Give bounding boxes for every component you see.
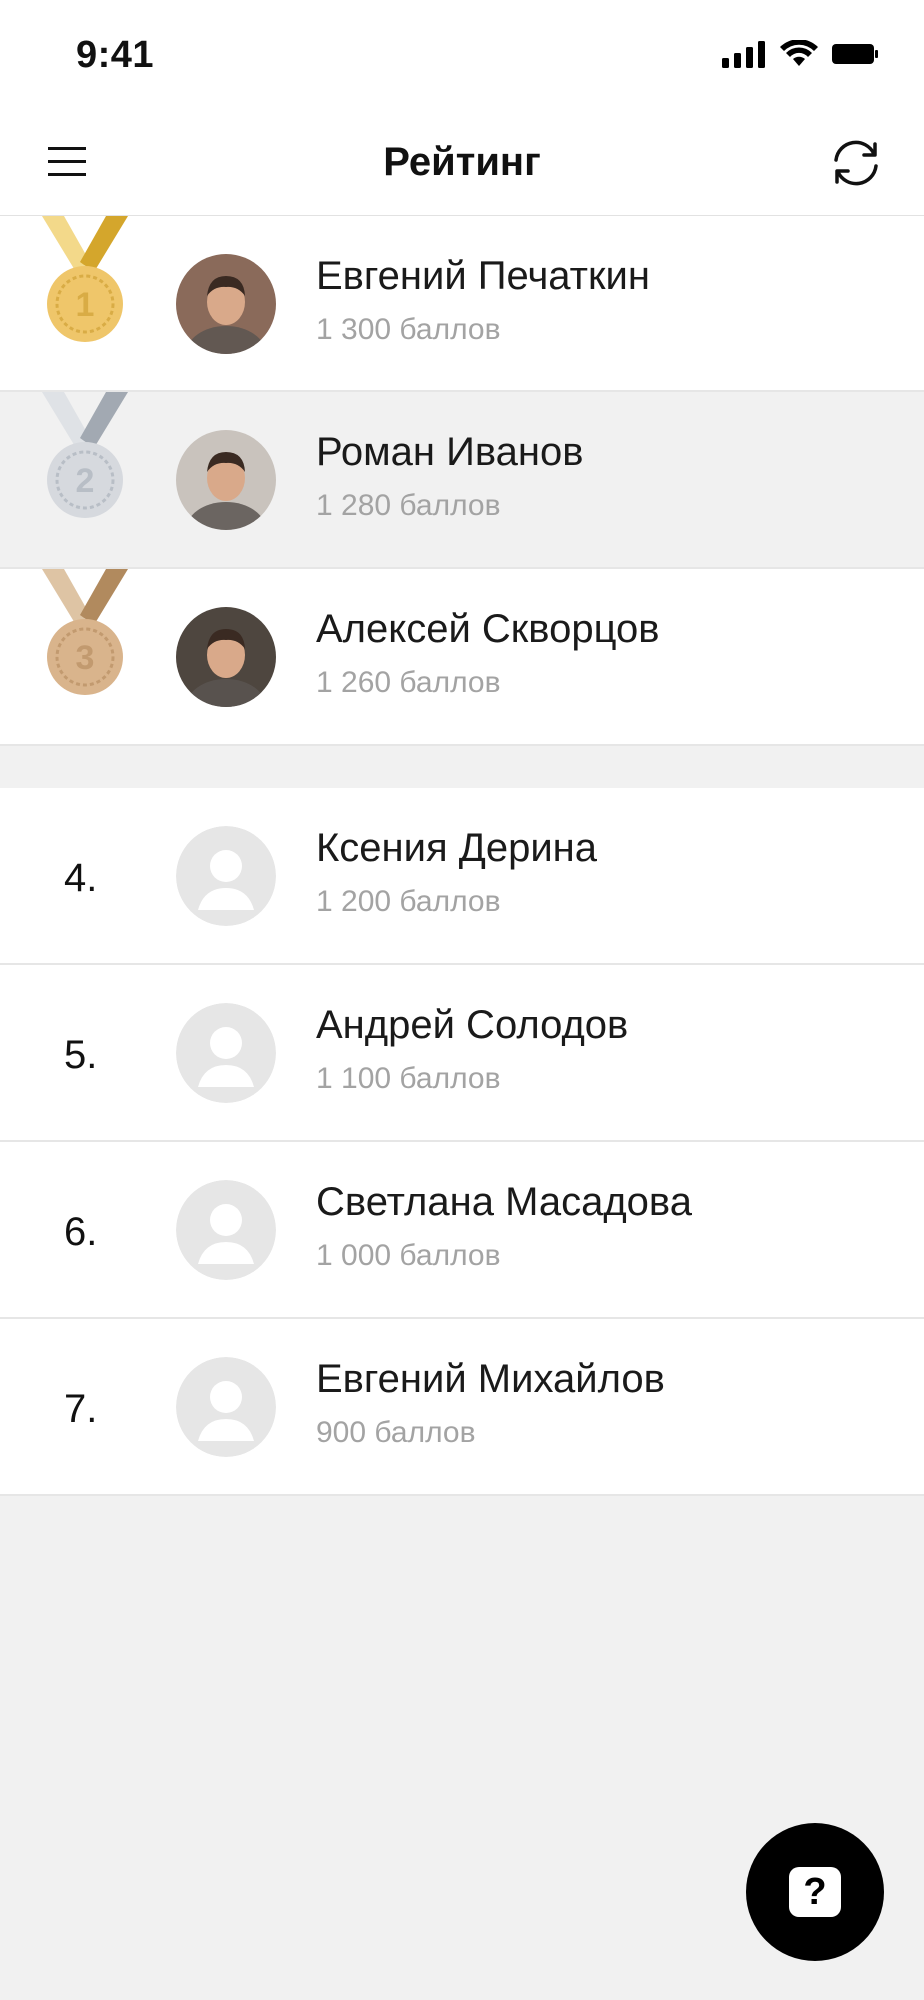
silver-medal-icon: 2 [42,392,128,518]
avatar [176,826,276,926]
nav-bar: Рейтинг [0,110,924,216]
wifi-icon [780,40,818,66]
leaderboard-row[interactable]: 1 Евгений Печаткин 1 300 баллов [0,216,924,392]
user-name: Евгений Печаткин [316,254,650,298]
leaderboard-row[interactable]: 6. Светлана Масадова 1 000 баллов [0,1142,924,1319]
user-name: Роман Иванов [316,430,584,474]
rank-number: 6. [64,1210,98,1254]
avatar [176,607,276,707]
leaderboard-row[interactable]: 4. Ксения Дерина 1 200 баллов [0,788,924,965]
avatar-placeholder-icon [176,1003,276,1103]
leaderboard-row[interactable]: 3 Алексей Скворцов 1 260 баллов [0,569,924,746]
user-photo-icon [176,430,276,530]
user-score: 1 200 баллов [316,885,501,918]
avatar-placeholder-icon [176,1180,276,1280]
leaderboard-row[interactable]: 2 Роман Иванов 1 280 баллов [0,392,924,569]
avatar [176,1180,276,1280]
avatar [176,1003,276,1103]
user-score: 1 000 баллов [316,1239,501,1272]
page-title: Рейтинг [383,140,541,184]
medal-place-number: 1 [76,286,95,324]
avatar-placeholder-icon [176,826,276,926]
medal-place-number: 3 [76,639,95,677]
user-name: Евгений Михайлов [316,1357,665,1401]
leaderboard-row[interactable]: 7. Евгений Михайлов 900 баллов [0,1319,924,1496]
user-score: 900 баллов [316,1416,476,1449]
user-name: Ксения Дерина [316,826,598,870]
avatar-placeholder-icon [176,1357,276,1457]
refresh-icon [834,140,878,186]
user-photo-icon [176,254,276,354]
status-bar: 9:41 [0,0,924,110]
status-icons [722,40,878,68]
rating-list: 4. Ксения Дерина 1 200 баллов 5. Андрей Соло… [0,788,924,1496]
help-icon: ? [789,1867,841,1917]
user-name: Алексей Скворцов [316,607,660,651]
cellular-signal-icon [722,41,765,68]
rank-number: 5. [64,1033,98,1077]
leaderboard-row[interactable]: 5. Андрей Солодов 1 100 баллов [0,965,924,1142]
gold-medal-icon: 1 [42,216,128,342]
status-time: 9:41 [76,34,155,76]
user-score: 1 100 баллов [316,1062,501,1095]
user-score: 1 280 баллов [316,489,501,522]
avatar [176,1357,276,1457]
rank-number: 4. [64,856,98,900]
bronze-medal-icon: 3 [42,569,128,695]
avatar [176,430,276,530]
refresh-button[interactable] [828,136,884,190]
user-name: Андрей Солодов [316,1003,629,1047]
rank-number: 7. [64,1387,98,1431]
user-name: Светлана Масадова [316,1180,692,1224]
battery-icon [832,44,878,64]
help-button[interactable]: ? [746,1823,884,1961]
user-score: 1 300 баллов [316,313,501,346]
user-score: 1 260 баллов [316,666,501,699]
top-three-list: 1 Евгений Печаткин 1 300 баллов 2 Роман Иван… [0,216,924,746]
user-photo-icon [176,607,276,707]
avatar [176,254,276,354]
medal-place-number: 2 [76,462,95,500]
